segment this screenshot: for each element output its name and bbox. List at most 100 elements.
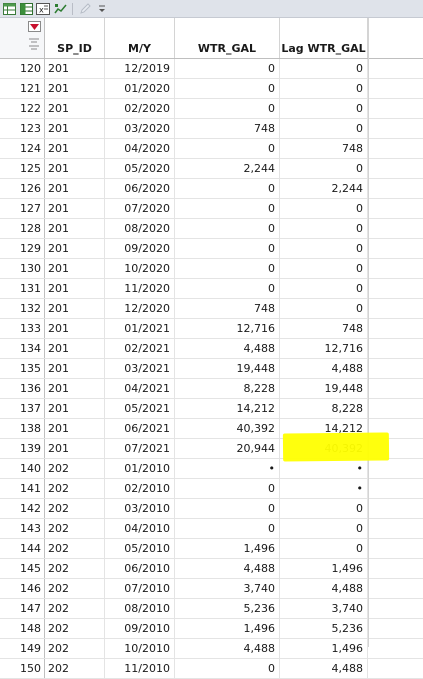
cell-wtr-gal[interactable]: 1,496 xyxy=(175,619,280,638)
row-number[interactable]: 126 xyxy=(0,179,45,198)
cell-wtr-gal[interactable]: 4,488 xyxy=(175,559,280,578)
cell-sp-id[interactable]: 202 xyxy=(45,559,105,578)
cell-lag-wtr-gal[interactable]: 0 xyxy=(280,199,368,218)
cell-sp-id[interactable]: 201 xyxy=(45,219,105,238)
cell-month-year[interactable]: 02/2021 xyxy=(105,339,175,358)
row-number[interactable]: 122 xyxy=(0,99,45,118)
cell-month-year[interactable]: 03/2020 xyxy=(105,119,175,138)
cell-sp-id[interactable]: 201 xyxy=(45,279,105,298)
cell-wtr-gal[interactable]: 0 xyxy=(175,519,280,538)
cell-wtr-gal[interactable]: 748 xyxy=(175,299,280,318)
cell-lag-wtr-gal[interactable]: 5,236 xyxy=(280,619,368,638)
cell-month-year[interactable]: 01/2010 xyxy=(105,459,175,478)
cell-lag-wtr-gal[interactable]: 19,448 xyxy=(280,379,368,398)
cell-lag-wtr-gal[interactable]: 1,496 xyxy=(280,639,368,658)
red-triangle-menu-icon[interactable] xyxy=(28,21,41,32)
row-number[interactable]: 138 xyxy=(0,419,45,438)
table-row[interactable]: 123 201 03/2020 748 0 xyxy=(0,119,423,139)
cell-lag-wtr-gal[interactable]: 0 xyxy=(280,299,368,318)
cell-sp-id[interactable]: 202 xyxy=(45,599,105,618)
row-number[interactable]: 137 xyxy=(0,399,45,418)
cell-lag-wtr-gal[interactable]: 748 xyxy=(280,139,368,158)
row-number[interactable]: 140 xyxy=(0,459,45,478)
row-number[interactable]: 150 xyxy=(0,659,45,678)
cell-wtr-gal[interactable]: 0 xyxy=(175,279,280,298)
row-number[interactable]: 146 xyxy=(0,579,45,598)
cell-wtr-gal[interactable]: 4,488 xyxy=(175,339,280,358)
cell-sp-id[interactable]: 202 xyxy=(45,519,105,538)
cell-month-year[interactable]: 06/2021 xyxy=(105,419,175,438)
cell-wtr-gal[interactable]: 0 xyxy=(175,659,280,678)
table-row[interactable]: 127 201 07/2020 0 0 xyxy=(0,199,423,219)
row-number[interactable]: 124 xyxy=(0,139,45,158)
cell-sp-id[interactable]: 201 xyxy=(45,139,105,158)
cell-sp-id[interactable]: 202 xyxy=(45,499,105,518)
cell-month-year[interactable]: 01/2021 xyxy=(105,319,175,338)
cell-lag-wtr-gal[interactable]: 2,244 xyxy=(280,179,368,198)
cell-month-year[interactable]: 08/2010 xyxy=(105,599,175,618)
cell-wtr-gal[interactable]: • xyxy=(175,459,280,478)
cell-month-year[interactable]: 02/2020 xyxy=(105,99,175,118)
cell-lag-wtr-gal[interactable]: 0 xyxy=(280,519,368,538)
cell-lag-wtr-gal[interactable]: 0 xyxy=(280,499,368,518)
cell-wtr-gal[interactable]: 19,448 xyxy=(175,359,280,378)
cell-wtr-gal[interactable]: 748 xyxy=(175,119,280,138)
cell-month-year[interactable]: 01/2020 xyxy=(105,79,175,98)
cell-sp-id[interactable]: 201 xyxy=(45,299,105,318)
cell-sp-id[interactable]: 202 xyxy=(45,619,105,638)
row-number[interactable]: 135 xyxy=(0,359,45,378)
table-row[interactable]: 147 202 08/2010 5,236 3,740 xyxy=(0,599,423,619)
row-number[interactable]: 127 xyxy=(0,199,45,218)
cell-lag-wtr-gal[interactable]: 0 xyxy=(280,239,368,258)
cell-wtr-gal[interactable]: 0 xyxy=(175,59,280,78)
cell-sp-id[interactable]: 201 xyxy=(45,179,105,198)
row-filter-icon[interactable] xyxy=(28,37,40,56)
cell-month-year[interactable]: 05/2010 xyxy=(105,539,175,558)
cell-sp-id[interactable]: 201 xyxy=(45,119,105,138)
cell-lag-wtr-gal[interactable]: 0 xyxy=(280,119,368,138)
cell-month-year[interactable]: 02/2010 xyxy=(105,479,175,498)
row-number[interactable]: 148 xyxy=(0,619,45,638)
cell-wtr-gal[interactable]: 0 xyxy=(175,179,280,198)
table-row[interactable]: 121 201 01/2020 0 0 xyxy=(0,79,423,99)
table-row[interactable]: 126 201 06/2020 0 2,244 xyxy=(0,179,423,199)
cell-wtr-gal[interactable]: 2,244 xyxy=(175,159,280,178)
cell-lag-wtr-gal[interactable]: 1,496 xyxy=(280,559,368,578)
cell-month-year[interactable]: 03/2010 xyxy=(105,499,175,518)
table-row[interactable]: 149 202 10/2010 4,488 1,496 xyxy=(0,639,423,659)
cell-lag-wtr-gal[interactable]: 4,488 xyxy=(280,359,368,378)
table-row[interactable]: 128 201 08/2020 0 0 xyxy=(0,219,423,239)
table-row[interactable]: 140 202 01/2010 • • xyxy=(0,459,423,479)
excel-export-icon[interactable]: x xyxy=(36,2,50,16)
cell-month-year[interactable]: 10/2020 xyxy=(105,259,175,278)
table-row[interactable]: 130 201 10/2020 0 0 xyxy=(0,259,423,279)
cell-month-year[interactable]: 12/2019 xyxy=(105,59,175,78)
cell-month-year[interactable]: 05/2020 xyxy=(105,159,175,178)
row-number[interactable]: 130 xyxy=(0,259,45,278)
cell-month-year[interactable]: 09/2020 xyxy=(105,239,175,258)
row-number[interactable]: 143 xyxy=(0,519,45,538)
pencil-icon[interactable] xyxy=(78,2,92,16)
cell-month-year[interactable]: 07/2021 xyxy=(105,439,175,458)
cell-month-year[interactable]: 05/2021 xyxy=(105,399,175,418)
cell-sp-id[interactable]: 201 xyxy=(45,359,105,378)
row-number[interactable]: 144 xyxy=(0,539,45,558)
cell-wtr-gal[interactable]: 0 xyxy=(175,79,280,98)
cell-lag-wtr-gal[interactable]: 748 xyxy=(280,319,368,338)
row-number[interactable]: 133 xyxy=(0,319,45,338)
row-number[interactable]: 128 xyxy=(0,219,45,238)
cell-month-year[interactable]: 08/2020 xyxy=(105,219,175,238)
cell-wtr-gal[interactable]: 0 xyxy=(175,479,280,498)
table-row[interactable]: 143 202 04/2010 0 0 xyxy=(0,519,423,539)
cell-wtr-gal[interactable]: 3,740 xyxy=(175,579,280,598)
row-number[interactable]: 149 xyxy=(0,639,45,658)
cell-sp-id[interactable]: 202 xyxy=(45,479,105,498)
cell-lag-wtr-gal[interactable]: 0 xyxy=(280,59,368,78)
cell-sp-id[interactable]: 202 xyxy=(45,639,105,658)
cell-wtr-gal[interactable]: 0 xyxy=(175,199,280,218)
cell-sp-id[interactable]: 202 xyxy=(45,459,105,478)
column-header-sp-id[interactable]: SP_ID xyxy=(45,18,105,58)
cell-sp-id[interactable]: 201 xyxy=(45,259,105,278)
table-row[interactable]: 145 202 06/2010 4,488 1,496 xyxy=(0,559,423,579)
cell-sp-id[interactable]: 202 xyxy=(45,659,105,678)
